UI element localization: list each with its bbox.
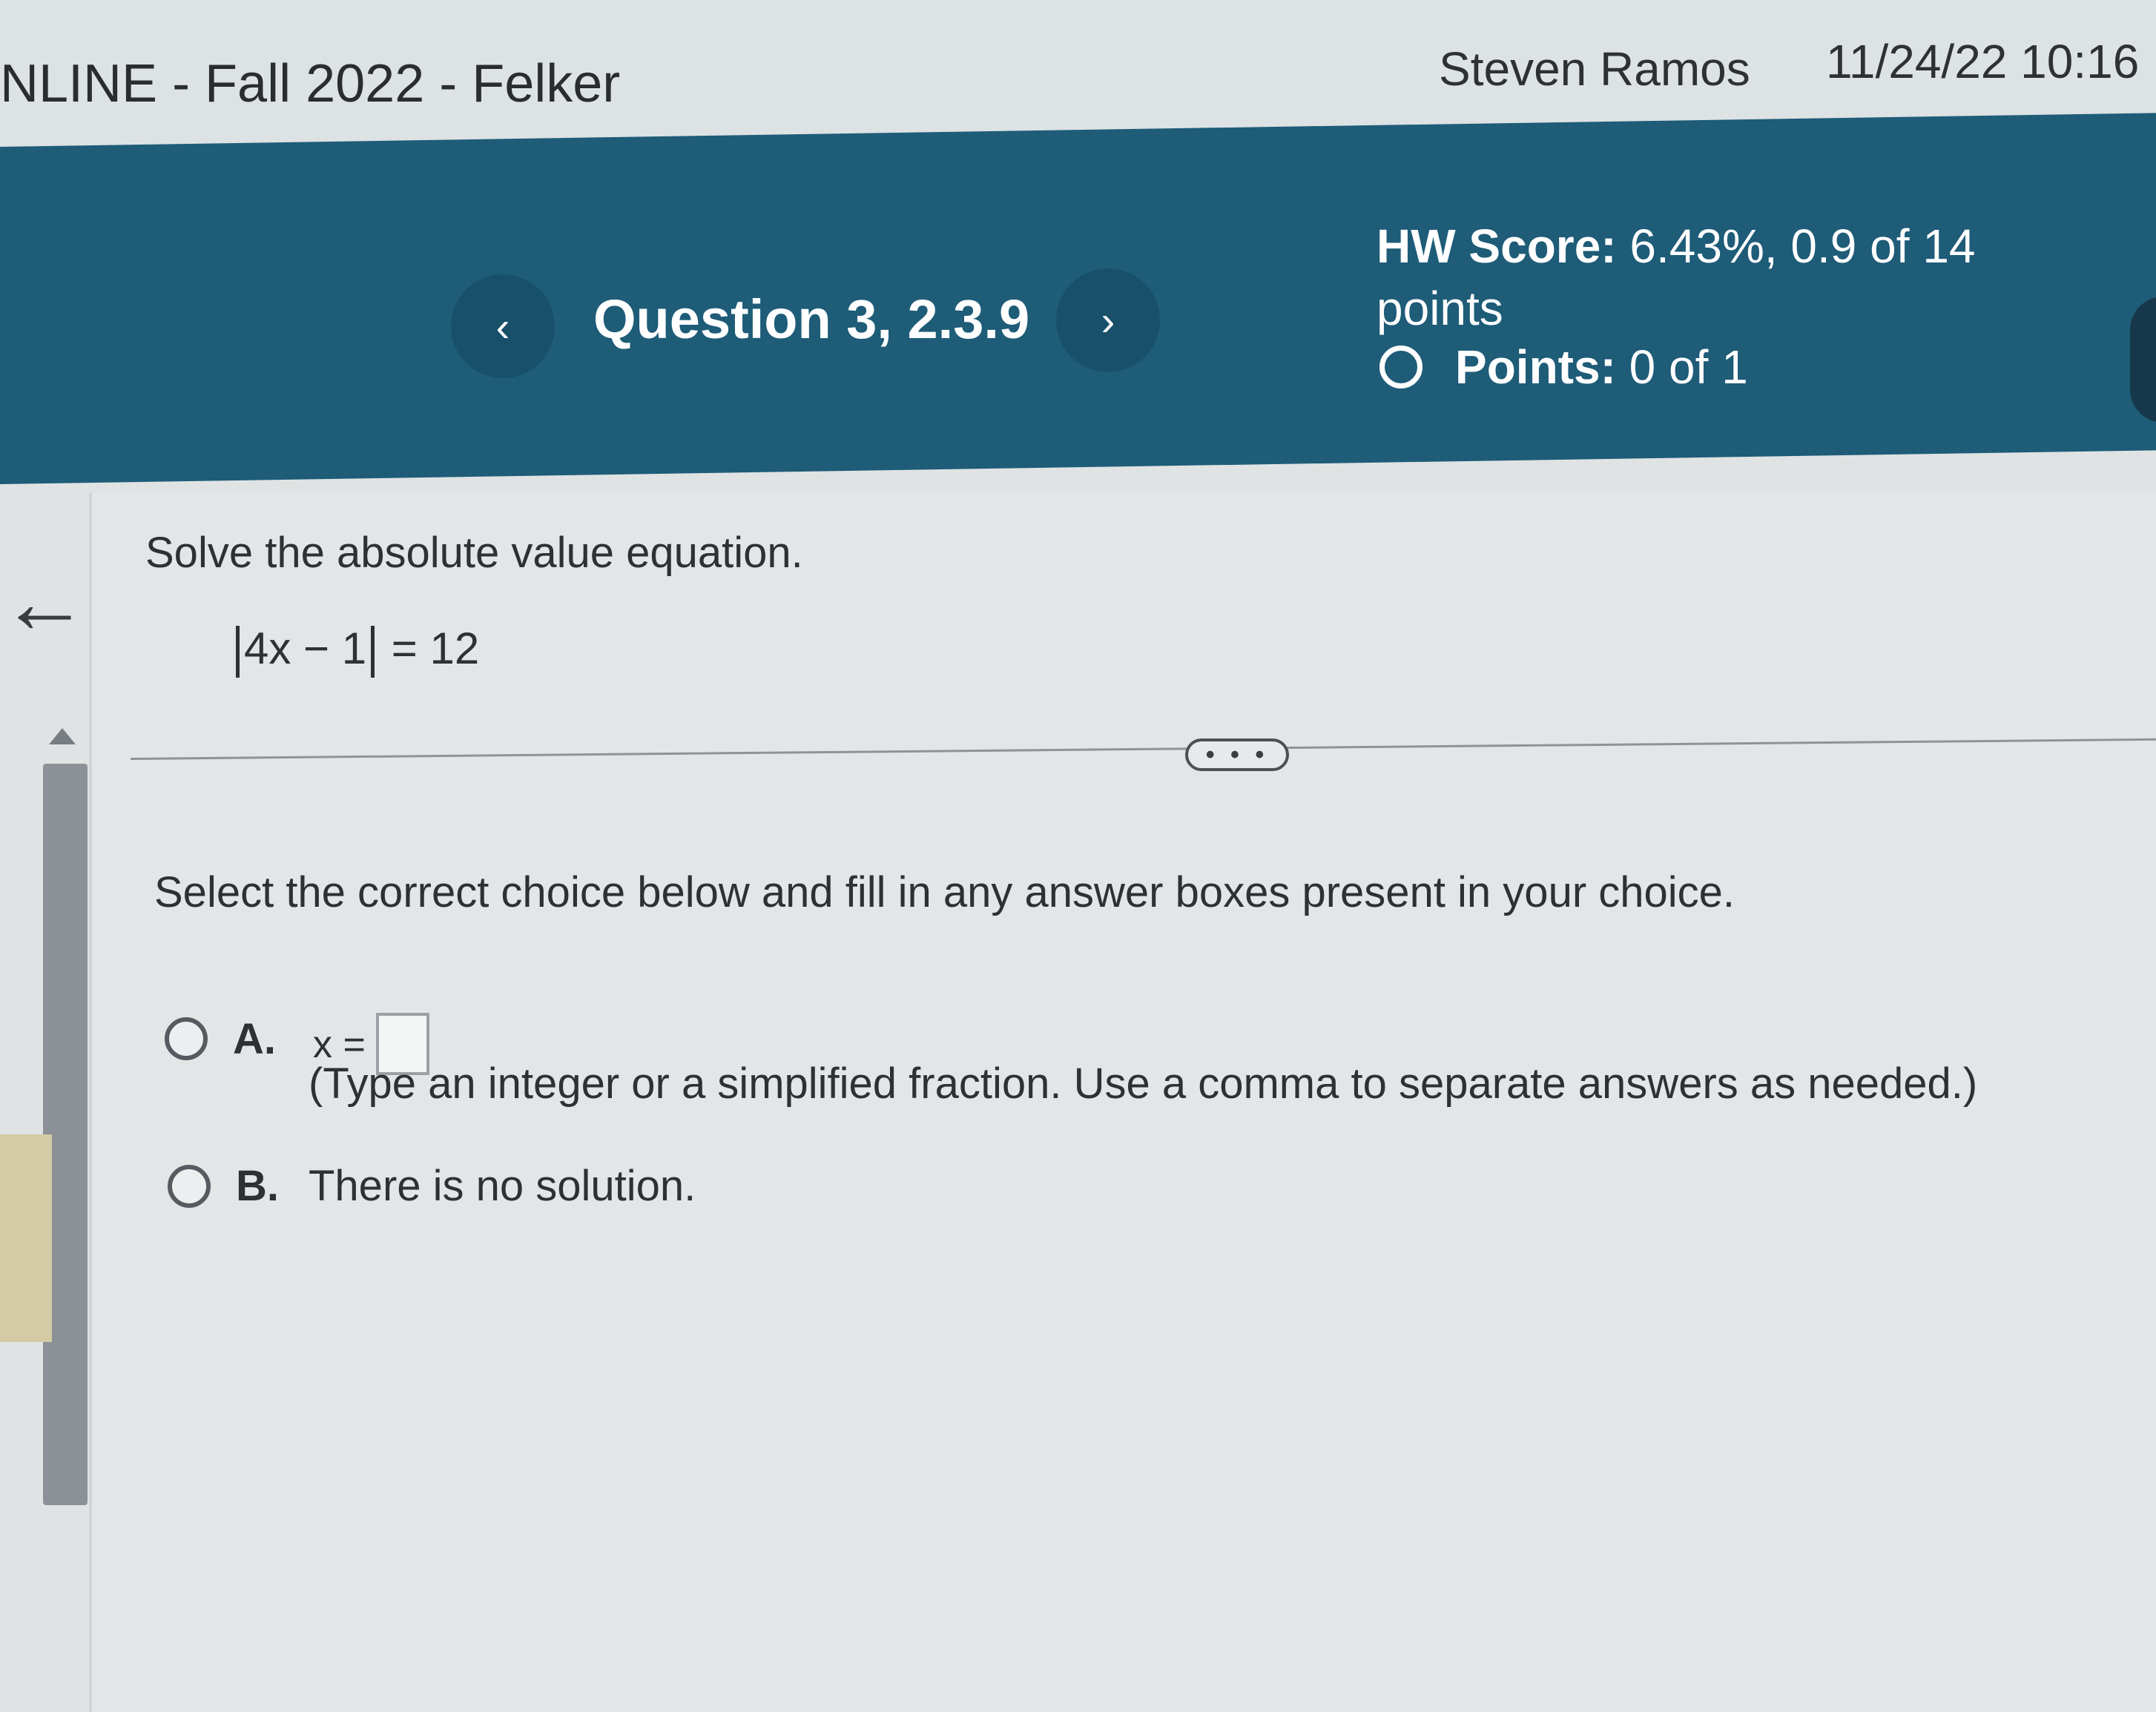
question-prompt: Solve the absolute value equation. [145, 529, 803, 577]
user-name[interactable]: Steven Ramos [1439, 42, 1750, 96]
back-arrow-icon[interactable]: ← [0, 558, 89, 647]
points-row: Points: 0 of 1 [1379, 340, 1748, 394]
choice-b-letter: B. [236, 1162, 279, 1210]
absolute-bar-right [371, 626, 375, 678]
chevron-left-icon: ‹ [495, 303, 510, 350]
hw-score: HW Score: 6.43%, 0.9 of 14 points [1377, 215, 2007, 340]
choice-b-text: There is no solution. [309, 1162, 696, 1210]
expand-ellipsis-button[interactable]: • • • [1185, 738, 1289, 771]
choice-a-radio[interactable] [165, 1017, 208, 1060]
points-label: Points: [1455, 340, 1616, 394]
previous-question-button[interactable]: ‹ [451, 274, 555, 378]
chevron-right-icon: › [1101, 297, 1115, 344]
choice-a-letter: A. [233, 1014, 276, 1063]
points-status-icon [1379, 346, 1423, 389]
question-label: Question 3, 2.3.9 [593, 288, 1030, 350]
side-menu-button[interactable] [2130, 297, 2156, 423]
ellipsis-icon: • • • [1205, 740, 1269, 769]
hw-score-label: HW Score: [1377, 219, 1617, 273]
side-tab[interactable] [0, 1134, 52, 1342]
scroll-up-arrow-icon[interactable] [49, 728, 76, 744]
choice-b-radio[interactable] [168, 1164, 211, 1208]
equation: 4x − 1 = 12 [231, 623, 479, 678]
next-question-button[interactable]: › [1056, 268, 1160, 372]
timestamp: 11/24/22 10:16 F [1826, 35, 2156, 88]
equation-inner: 4x − 1 [244, 624, 367, 673]
equation-rhs: = 12 [391, 624, 480, 673]
points-value: 0 of 1 [1629, 340, 1748, 394]
choice-a-hint: (Type an integer or a simplified fractio… [309, 1060, 1978, 1108]
course-title: NLINE - Fall 2022 - Felker [0, 54, 621, 113]
choice-b[interactable]: B. There is no solution. [168, 1161, 696, 1211]
absolute-bar-left [236, 626, 240, 678]
instruction-text: Select the correct choice below and fill… [154, 868, 1735, 916]
